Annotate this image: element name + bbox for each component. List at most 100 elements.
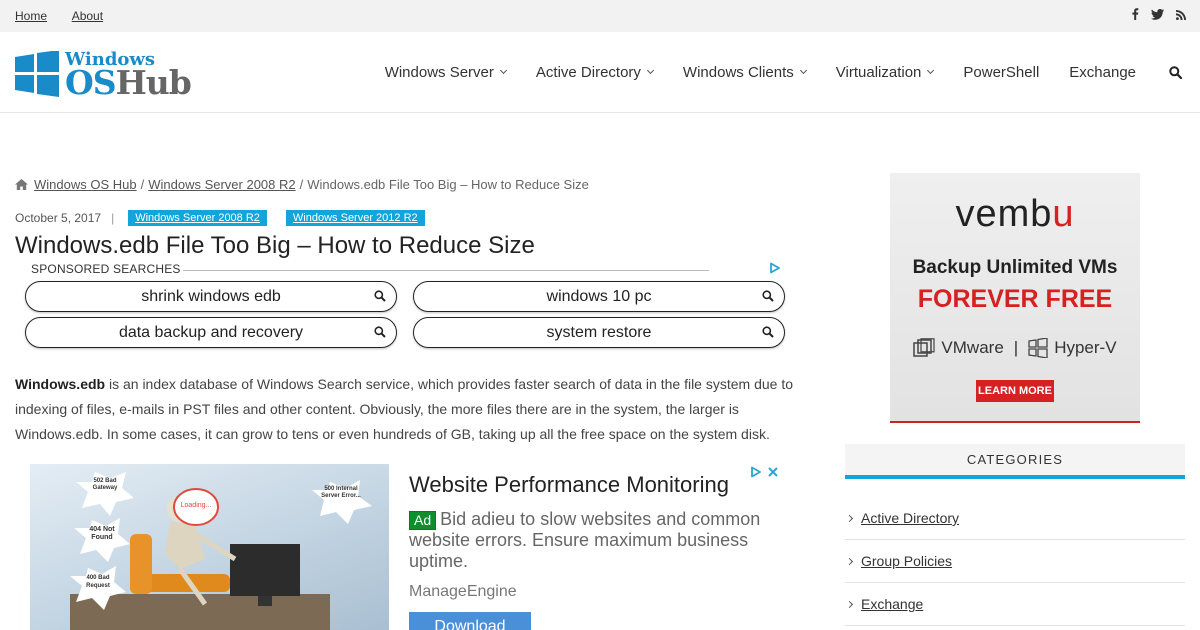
search-suggestion-label: data backup and recovery: [118, 323, 304, 341]
search-suggestion-2[interactable]: windows 10 pc: [413, 281, 785, 312]
site-header: Windows OSHub Windows Server Active Dire…: [0, 32, 1200, 113]
category-link[interactable]: Active Directory: [861, 510, 959, 526]
search-icon: [762, 290, 774, 302]
ad-image-label-loading: Loading...: [180, 502, 212, 509]
nav-active-directory[interactable]: Active Directory: [535, 63, 654, 81]
chevron-right-icon: [845, 557, 854, 565]
tag-windows-server-2012-r2[interactable]: Windows Server 2012 R2: [285, 210, 425, 226]
nav-label: Exchange: [1069, 63, 1136, 81]
search-suggestion-4[interactable]: system restore: [413, 317, 785, 348]
adchoices-icon[interactable]: [750, 466, 762, 478]
logo-text-oshub: OSHub: [65, 63, 192, 102]
nav-label: Virtualization: [835, 63, 922, 81]
chevron-down-icon: [499, 66, 507, 75]
banner-brand-a: vemb: [955, 193, 1053, 235]
post-meta: October 5, 2017 | Windows Server 2008 R2…: [15, 210, 444, 226]
chevron-right-icon: [845, 600, 854, 608]
ad-image-label-400: 400 Bad Request: [86, 575, 110, 589]
social-links: [1131, 8, 1186, 23]
page-title: Windows.edb File Too Big – How to Reduce…: [15, 232, 535, 259]
adchoices-icon[interactable]: [769, 262, 781, 274]
top-bar: Home About: [0, 0, 1200, 32]
nav-virtualization[interactable]: Virtualization: [835, 63, 935, 81]
search-suggestion-label: shrink windows edb: [141, 287, 281, 305]
category-link[interactable]: Group Policies: [861, 553, 952, 569]
about-link[interactable]: About: [72, 9, 103, 23]
ad-image-label-502: 502 Bad Gateway: [92, 478, 118, 491]
nav-label: Active Directory: [535, 63, 641, 81]
hyperv-icon: [1028, 338, 1048, 358]
categories-heading: CATEGORIES: [845, 444, 1185, 479]
banner-hyperv: Hyper-V: [1054, 338, 1117, 357]
ad-download-button[interactable]: Download: [409, 612, 531, 630]
categories-list: Active Directory Group Policies Exchange: [845, 497, 1185, 626]
search-icon: [762, 326, 774, 338]
banner-separator: |: [1013, 338, 1019, 357]
chevron-right-icon: [845, 514, 854, 522]
facebook-icon[interactable]: [1131, 8, 1139, 23]
search-icon: [1169, 65, 1182, 79]
banner-platforms: VMware | Hyper-V: [910, 338, 1120, 358]
intro-text: is an index database of Windows Search s…: [15, 376, 794, 442]
nav-label: Windows Server: [384, 63, 494, 81]
breadcrumb-section[interactable]: Windows Server 2008 R2: [148, 177, 295, 192]
search-suggestion-1[interactable]: shrink windows edb: [25, 281, 397, 312]
ad-body: Ad Bid adieu to slow websites and common …: [409, 509, 779, 572]
ad-controls: [750, 466, 778, 478]
banner-brand-b: u: [1052, 193, 1075, 235]
nav-exchange[interactable]: Exchange: [1069, 64, 1136, 81]
top-links: Home About: [15, 9, 125, 23]
banner-subheadline: FOREVER FREE: [917, 285, 1113, 313]
main-nav: Windows Server Active Directory Windows …: [355, 32, 1200, 112]
chevron-down-icon: [799, 66, 807, 75]
home-icon: [15, 179, 28, 190]
meta-divider: |: [111, 211, 115, 225]
home-link[interactable]: Home: [15, 9, 47, 23]
vmware-icon: [913, 338, 936, 357]
ad-body-text: Bid adieu to slow websites and common we…: [409, 509, 761, 571]
banner-learn-more-button[interactable]: LEARN MORE: [976, 380, 1054, 402]
ad-image[interactable]: 502 Bad Gateway Loading... 500 Internal …: [30, 464, 389, 630]
chevron-down-icon: [646, 66, 654, 75]
ad-brand[interactable]: ManageEngine: [409, 583, 517, 601]
search-icon: [374, 290, 386, 302]
logo-text-hub: Hub: [115, 63, 192, 102]
search-suggestion-3[interactable]: data backup and recovery: [25, 317, 397, 348]
windows-logo-icon: [15, 51, 59, 97]
nav-windows-clients[interactable]: Windows Clients: [682, 63, 807, 81]
sponsored-label: SPONSORED SEARCHES: [31, 262, 181, 276]
ad-image-label-500: 500 Internal Server Error...: [321, 486, 361, 499]
ad-headline[interactable]: Website Performance Monitoring: [409, 472, 729, 498]
search-icon: [374, 326, 386, 338]
intro-bold-term: Windows.edb: [15, 376, 106, 392]
search-suggestion-label: windows 10 pc: [546, 287, 652, 305]
breadcrumb-current: Windows.edb File Too Big – How to Reduce…: [307, 177, 589, 192]
banner-vmware: VMware: [941, 338, 1004, 357]
nav-label: Windows Clients: [682, 63, 794, 81]
site-logo[interactable]: Windows OSHub: [15, 49, 200, 102]
ad-image-label-404: 404 Not Found: [89, 526, 115, 541]
tag-windows-server-2008-r2[interactable]: Windows Server 2008 R2: [128, 210, 267, 226]
breadcrumb-separator: /: [140, 177, 145, 192]
category-exchange: Exchange: [845, 583, 1185, 626]
nav-powershell[interactable]: PowerShell: [963, 64, 1039, 81]
close-icon[interactable]: [768, 467, 778, 477]
twitter-icon[interactable]: [1151, 8, 1164, 23]
sponsored-divider: [183, 270, 709, 271]
banner-headline: Backup Unlimited VMs: [912, 257, 1118, 278]
breadcrumb-separator: /: [299, 177, 304, 192]
search-suggestion-label: system restore: [546, 323, 652, 341]
search-button[interactable]: [1169, 65, 1182, 79]
category-active-directory: Active Directory: [845, 497, 1185, 540]
display-ad[interactable]: 502 Bad Gateway Loading... 500 Internal …: [30, 464, 790, 630]
breadcrumb-home[interactable]: Windows OS Hub: [34, 177, 137, 192]
rss-icon[interactable]: [1176, 9, 1186, 23]
nav-windows-server[interactable]: Windows Server: [384, 63, 507, 81]
ad-badge: Ad: [409, 511, 437, 530]
chevron-down-icon: [927, 66, 935, 75]
post-date: October 5, 2017: [15, 211, 102, 225]
breadcrumb: Windows OS Hub / Windows Server 2008 R2 …: [15, 177, 589, 192]
article-intro: Windows.edb is an index database of Wind…: [15, 372, 805, 447]
sidebar-banner-ad[interactable]: vembu Backup Unlimited VMs FOREVER FREE …: [890, 173, 1140, 423]
category-link[interactable]: Exchange: [861, 596, 923, 612]
